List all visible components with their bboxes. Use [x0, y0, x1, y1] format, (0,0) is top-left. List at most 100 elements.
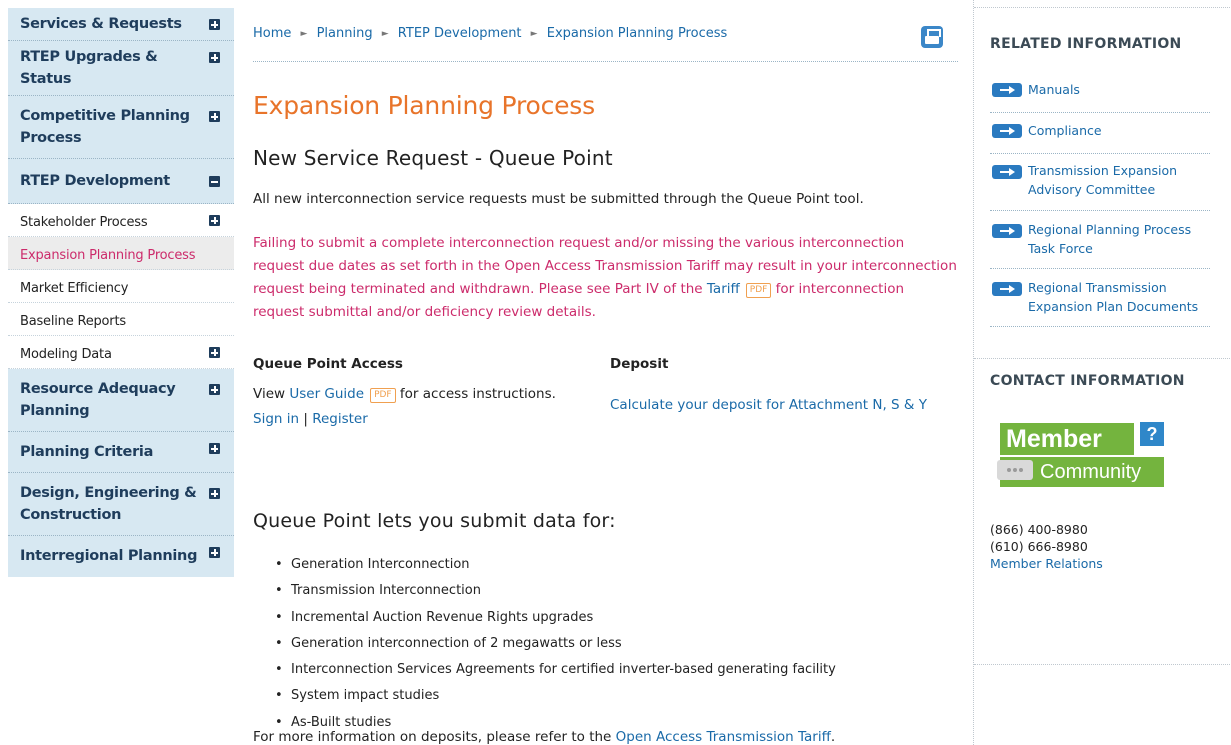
contact-information-heading: CONTACT INFORMATION: [990, 373, 1185, 389]
list-title: Queue Point lets you submit data for:: [253, 510, 616, 532]
plus-icon[interactable]: [209, 347, 220, 358]
nav-sub-baseline-reports[interactable]: Baseline Reports: [8, 303, 234, 336]
nav-item-interregional-planning[interactable]: Interregional Planning: [8, 536, 234, 577]
nav-sub-expansion-planning-process[interactable]: Expansion Planning Process: [8, 237, 234, 270]
oatt-link[interactable]: Open Access Transmission Tariff: [616, 729, 831, 745]
nav-item-label: Competitive Planning Process: [20, 108, 190, 146]
page-title: Expansion Planning Process: [253, 91, 595, 120]
nav-sub-stakeholder-process[interactable]: Stakeholder Process: [8, 204, 234, 237]
related-link-manuals[interactable]: Manuals: [990, 80, 1210, 113]
related-link-label: Manuals: [1028, 82, 1080, 97]
plus-icon[interactable]: [209, 384, 220, 395]
member-community-logo[interactable]: Member ? Community: [997, 420, 1165, 496]
queue-point-access-guide: View User Guide PDF for access instructio…: [253, 386, 556, 403]
nav-item-competitive-planning-process[interactable]: Competitive Planning Process: [8, 96, 234, 159]
arrow-right-icon: [992, 83, 1022, 97]
sign-in-link[interactable]: Sign in: [253, 411, 299, 427]
user-guide-link[interactable]: User Guide: [289, 386, 364, 402]
nav-item-design-engineering-construction[interactable]: Design, Engineering & Construction: [8, 473, 234, 536]
pdf-icon: PDF: [370, 388, 396, 403]
related-link-label: Regional Planning Process Task Force: [1028, 222, 1192, 256]
breadcrumb-separator: ►: [530, 29, 538, 39]
breadcrumb-planning[interactable]: Planning: [317, 26, 373, 41]
nav-item-label: RTEP Development: [20, 173, 170, 189]
nav-item-resource-adequacy-planning[interactable]: Resource Adequacy Planning: [8, 369, 234, 432]
breadcrumb: Home ► Planning ► RTEP Development ► Exp…: [253, 26, 958, 62]
calculate-deposit-link[interactable]: Calculate your deposit for Attachment N,…: [610, 397, 927, 413]
nav-sub-label: Modeling Data: [20, 347, 112, 362]
list-item: Interconnection Services Agreements for …: [275, 657, 836, 684]
divider: [974, 664, 1231, 665]
related-link-rtep-documents[interactable]: Regional Transmission Expansion Plan Doc…: [990, 279, 1210, 327]
deposit-heading: Deposit: [610, 356, 669, 372]
question-icon: ?: [1140, 422, 1164, 446]
register-link[interactable]: Register: [312, 411, 368, 427]
tariff-link[interactable]: Tariff: [707, 281, 740, 297]
nav-item-label: Interregional Planning: [20, 548, 198, 564]
section-title: New Service Request - Queue Point: [253, 146, 613, 170]
nav-item-label: Services & Requests: [20, 16, 182, 32]
nav-item-services-requests[interactable]: Services & Requests: [8, 8, 234, 41]
divider: [974, 7, 1231, 8]
nav-sub-label: Baseline Reports: [20, 314, 126, 329]
plus-icon[interactable]: [209, 19, 220, 30]
nav-item-label: Design, Engineering & Construction: [20, 485, 197, 523]
link-divider: |: [303, 411, 308, 427]
breadcrumb-separator: ►: [300, 29, 308, 39]
plus-icon[interactable]: [209, 547, 220, 558]
member-relations-link[interactable]: Member Relations: [990, 556, 1103, 571]
plus-icon[interactable]: [209, 488, 220, 499]
warning-text: Failing to submit a complete interconnec…: [253, 232, 958, 324]
related-link-label: Transmission Expansion Advisory Committe…: [1028, 163, 1178, 197]
related-link-teac[interactable]: Transmission Expansion Advisory Committe…: [990, 162, 1210, 211]
footer-note-text: For more information on deposits, please…: [253, 729, 612, 745]
print-icon[interactable]: [921, 26, 943, 48]
arrow-right-icon: [992, 224, 1022, 238]
list-item: System impact studies: [275, 683, 836, 710]
list-item: Generation Interconnection: [275, 552, 836, 579]
access-instructions-text: for access instructions.: [399, 386, 556, 402]
contact-details: (866) 400-8980 (610) 666-8980 Member Rel…: [990, 521, 1103, 572]
breadcrumb-home[interactable]: Home: [253, 26, 291, 41]
plus-icon[interactable]: [209, 111, 220, 122]
arrow-right-icon: [992, 282, 1022, 296]
plus-icon[interactable]: [209, 443, 220, 454]
arrow-right-icon: [992, 165, 1022, 179]
phone-number: (610) 666-8980: [990, 539, 1088, 554]
chat-bubble-icon: [997, 460, 1033, 480]
plus-icon[interactable]: [209, 215, 220, 226]
nav-sub-label: Expansion Planning Process: [20, 248, 196, 263]
minus-icon[interactable]: [209, 176, 220, 187]
divider: [974, 358, 1231, 359]
nav-item-label: RTEP Upgrades & Status: [20, 49, 158, 87]
related-link-rpptf[interactable]: Regional Planning Process Task Force: [990, 221, 1210, 269]
phone-number: (866) 400-8980: [990, 522, 1088, 537]
related-link-label: Regional Transmission Expansion Plan Doc…: [1028, 280, 1199, 314]
right-column: RELATED INFORMATION Manuals Compliance T…: [973, 0, 1231, 745]
list-item: Transmission Interconnection: [275, 578, 836, 605]
breadcrumb-expansion-planning-process[interactable]: Expansion Planning Process: [547, 26, 728, 41]
footer-note: For more information on deposits, please…: [253, 729, 835, 745]
related-link-compliance[interactable]: Compliance: [990, 121, 1210, 154]
member-logo-word: Member: [1000, 423, 1134, 455]
nav-item-rtep-development[interactable]: RTEP Development: [8, 159, 234, 204]
arrow-right-icon: [992, 124, 1022, 138]
nav-sub-market-efficiency[interactable]: Market Efficiency: [8, 270, 234, 303]
intro-text: All new interconnection service requests…: [253, 191, 864, 207]
breadcrumb-rtep-development[interactable]: RTEP Development: [398, 26, 522, 41]
nav-item-label: Resource Adequacy Planning: [20, 381, 176, 419]
pdf-icon: PDF: [745, 283, 772, 298]
nav-item-label: Planning Criteria: [20, 444, 154, 460]
nav-sub-label: Stakeholder Process: [20, 215, 148, 230]
nav-sub-modeling-data[interactable]: Modeling Data: [8, 336, 234, 369]
nav-item-rtep-upgrades-status[interactable]: RTEP Upgrades & Status: [8, 41, 234, 96]
left-nav: Services & Requests RTEP Upgrades & Stat…: [8, 8, 234, 577]
nav-item-planning-criteria[interactable]: Planning Criteria: [8, 432, 234, 473]
related-information-heading: RELATED INFORMATION: [990, 36, 1182, 52]
plus-icon[interactable]: [209, 52, 220, 63]
footer-period: .: [830, 729, 836, 745]
list-item: Generation interconnection of 2 megawatt…: [275, 631, 836, 658]
list-item: Incremental Auction Revenue Rights upgra…: [275, 605, 836, 632]
queue-point-access-heading: Queue Point Access: [253, 356, 403, 372]
queue-point-access-auth: Sign in | Register: [253, 411, 368, 427]
